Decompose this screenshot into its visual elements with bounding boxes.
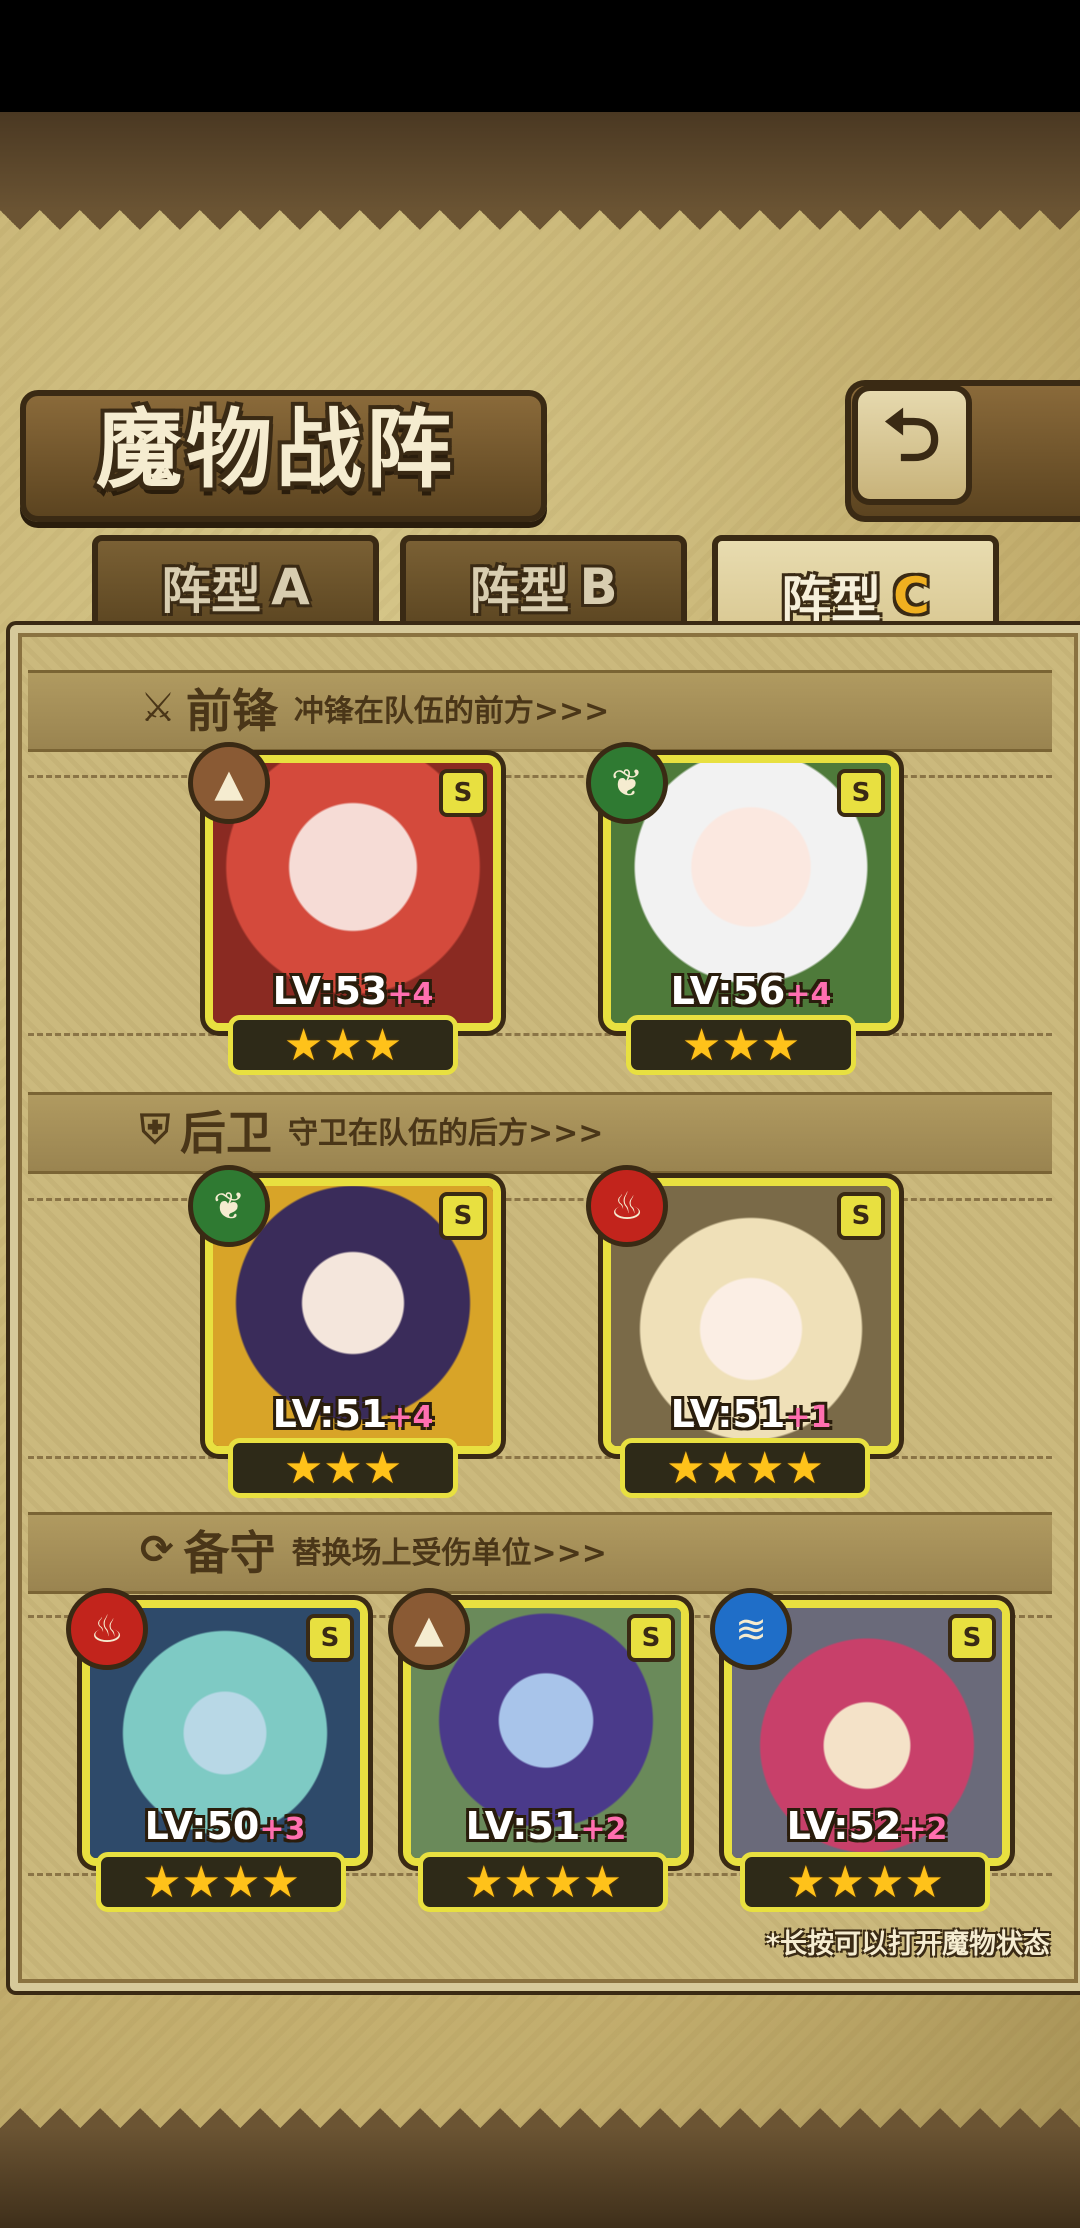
- tab-suffix: B: [579, 558, 618, 616]
- tab-label: 阵型: [161, 562, 262, 620]
- water-element-icon: ≋: [710, 1588, 792, 1670]
- section-subtitle: 守卫在队伍的后方>>>: [288, 1116, 604, 1151]
- bottom-zigzag-border: [0, 2088, 1080, 2128]
- level-label: LV:51+4: [272, 1392, 434, 1436]
- level-label: LV:53+4: [272, 969, 434, 1013]
- tab-suffix: C: [893, 567, 930, 625]
- grade-badge: S: [439, 769, 487, 817]
- back-button[interactable]: ⮌: [852, 385, 972, 505]
- top-zigzag-border: [0, 210, 1080, 250]
- section-title-rear: ⛨ 后卫 守卫在队伍的后方>>>: [140, 1092, 603, 1168]
- grade-badge: S: [837, 1192, 885, 1240]
- top-frame: [0, 112, 1080, 218]
- tab-label: 阵型: [781, 571, 882, 629]
- section-subtitle: 替换场上受伤单位>>>: [291, 1536, 607, 1571]
- section-subtitle: 冲锋在队伍的前方>>>: [293, 694, 610, 729]
- star-rating: ★★★★: [96, 1852, 346, 1912]
- tab-formation-b[interactable]: 阵型 B: [400, 535, 687, 639]
- bottom-frame: [0, 2128, 1080, 2228]
- section-title-reserve: ⟳ 备守 替换场上受伤单位>>>: [140, 1512, 607, 1588]
- swap-icon: ⟳: [140, 1527, 174, 1573]
- grade-badge: S: [837, 769, 885, 817]
- level-label: LV:50+3: [144, 1804, 306, 1848]
- fire-element-icon: ♨: [66, 1588, 148, 1670]
- level-label: LV:56+4: [670, 969, 832, 1013]
- star-rating: ★★★★: [418, 1852, 668, 1912]
- tab-formation-a[interactable]: 阵型 A: [92, 535, 379, 639]
- tab-suffix: A: [271, 558, 310, 616]
- section-title-front: ⚔ 前锋 冲锋在队伍的前方>>>: [140, 670, 609, 746]
- wood-element-icon: ❦: [586, 742, 668, 824]
- section-heading: 后卫: [180, 1106, 272, 1160]
- level-label: LV:52+2: [786, 1804, 948, 1848]
- grade-badge: S: [948, 1614, 996, 1662]
- long-press-hint: *长按可以打开魔物状态: [765, 1929, 1050, 1960]
- fire-element-icon: ♨: [586, 1165, 668, 1247]
- page-title: 魔物战阵: [96, 399, 456, 500]
- grade-badge: S: [627, 1614, 675, 1662]
- star-rating: ★★★: [228, 1015, 458, 1075]
- wood-element-icon: ❦: [188, 1165, 270, 1247]
- earth-element-icon: ▲: [388, 1588, 470, 1670]
- section-heading: 前锋: [185, 684, 278, 738]
- star-rating: ★★★: [228, 1438, 458, 1498]
- return-arrow-icon: ⮌: [883, 393, 941, 477]
- sword-icon: ⚔: [140, 685, 176, 731]
- section-heading: 备守: [183, 1526, 276, 1580]
- grade-badge: S: [439, 1192, 487, 1240]
- star-rating: ★★★: [626, 1015, 856, 1075]
- grade-badge: S: [306, 1614, 354, 1662]
- star-rating: ★★★★: [740, 1852, 990, 1912]
- level-label: LV:51+2: [465, 1804, 627, 1848]
- star-rating: ★★★★: [620, 1438, 870, 1498]
- level-label: LV:51+1: [670, 1392, 832, 1436]
- tab-label: 阵型: [469, 562, 570, 620]
- earth-element-icon: ▲: [188, 742, 270, 824]
- shield-icon: ⛨: [140, 1107, 170, 1153]
